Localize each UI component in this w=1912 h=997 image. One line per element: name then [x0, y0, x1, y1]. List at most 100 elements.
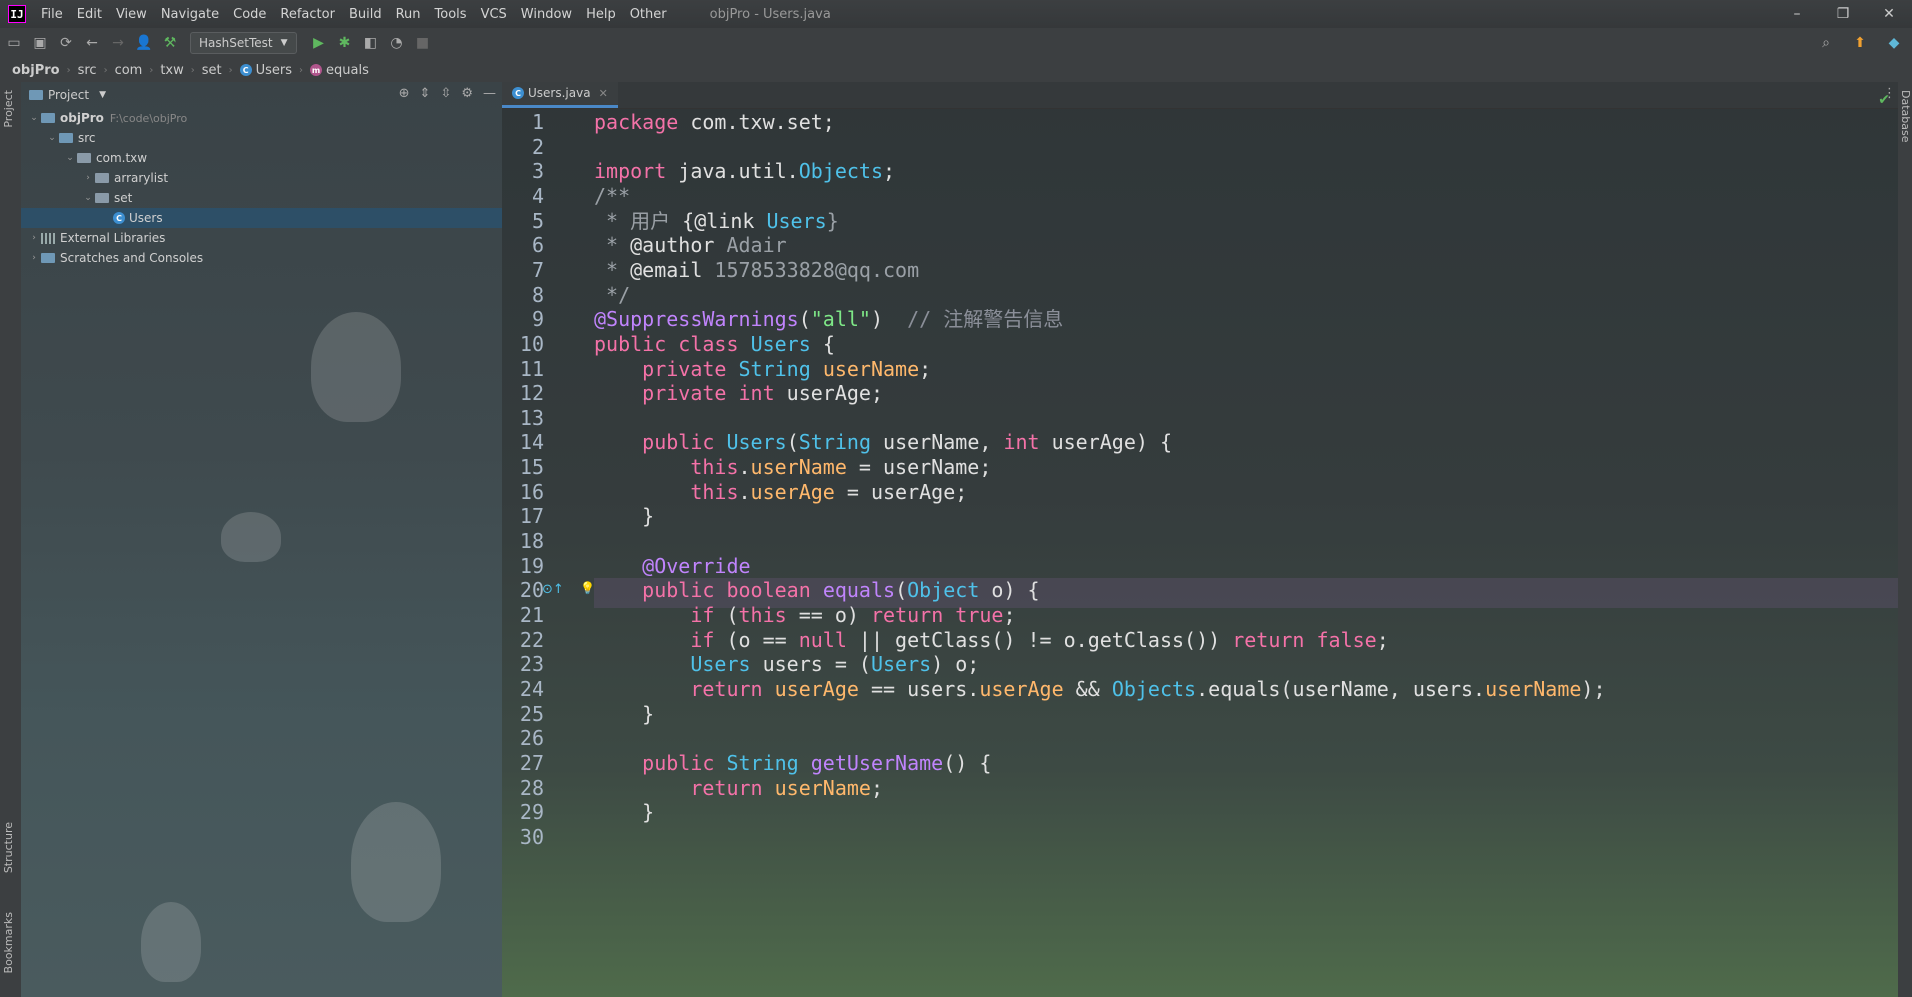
menu-run[interactable]: Run	[389, 7, 428, 22]
locate-icon[interactable]: ⊕	[399, 86, 410, 101]
menu-view[interactable]: View	[109, 7, 154, 22]
override-method-icon[interactable]: ⊙↑	[542, 578, 564, 602]
expand-all-icon[interactable]: ⇕	[420, 86, 431, 101]
menu-edit[interactable]: Edit	[70, 7, 109, 22]
code-line[interactable]: private int userAge;	[594, 378, 883, 408]
code-line[interactable]: import java.util.Objects;	[594, 156, 895, 186]
chevron-icon[interactable]: ⌄	[81, 193, 95, 203]
project-title[interactable]: Project	[48, 88, 89, 102]
crumb-txw[interactable]: txw	[156, 63, 187, 78]
hide-icon[interactable]: —	[483, 86, 496, 101]
forward-icon[interactable]: →	[106, 31, 130, 55]
crumb-method[interactable]: m equals	[306, 63, 373, 78]
structure-side-tab[interactable]: Structure	[2, 822, 15, 873]
dove-decoration	[221, 512, 281, 562]
swan-decoration	[141, 902, 201, 982]
chevron-icon[interactable]: ⌄	[27, 113, 41, 123]
run-icon[interactable]: ▶	[307, 31, 331, 55]
close-button[interactable]: ✕	[1866, 0, 1912, 28]
code-line[interactable]: * @email 1578533828@qq.com	[594, 255, 919, 285]
chevron-icon[interactable]: ⌄	[63, 153, 77, 163]
database-side-tab[interactable]: Database	[1899, 90, 1912, 143]
line-number: 29	[519, 800, 544, 825]
project-tree: ⌄ objPro F:\code\objPro ⌄ src ⌄ com.txw › arrary…	[21, 108, 502, 268]
collapse-all-icon[interactable]: ⇳	[440, 86, 451, 101]
tree-item[interactable]: › Scratches and Consoles	[21, 248, 502, 268]
menu-vcs[interactable]: VCS	[474, 7, 514, 22]
crumb-src[interactable]: src	[74, 63, 101, 78]
tree-item-label: Scratches and Consoles	[60, 251, 204, 265]
tab-users-java[interactable]: C Users.java ✕	[502, 82, 618, 108]
chevron-icon[interactable]: ›	[81, 173, 95, 183]
close-icon[interactable]: ✕	[599, 87, 608, 100]
run-configuration-select[interactable]: HashSetTest ▼	[190, 32, 297, 54]
chevron-down-icon[interactable]: ▼	[99, 90, 106, 100]
line-number: 11	[519, 356, 544, 381]
tree-item[interactable]: › External Libraries	[21, 228, 502, 248]
left-tool-strip: Project Structure Bookmarks	[0, 82, 22, 997]
minimize-button[interactable]: –	[1774, 0, 1820, 28]
crumb-com[interactable]: com	[111, 63, 147, 78]
code-line[interactable]: return userAge == users.userAge && Objec…	[594, 674, 1605, 704]
line-number: 4	[531, 183, 544, 208]
lightbulb-icon[interactable]: 💡	[580, 578, 595, 598]
restore-button[interactable]: ❐	[1820, 0, 1866, 28]
search-icon[interactable]: ⌕	[1814, 31, 1838, 55]
user-icon[interactable]: 👤	[132, 31, 156, 55]
code-line[interactable]: }	[594, 797, 654, 827]
line-number: 19	[519, 553, 544, 578]
right-tool-strip: Database	[1898, 82, 1912, 997]
main-toolbar: ▭ ▣ ⟳ ← → 👤 ⚒ HashSetTest ▼ ▶ ✱ ◧ ◔ ■ ⌕ …	[0, 28, 1912, 59]
plugin-shield-icon[interactable]: ◆	[1882, 31, 1906, 55]
menu-help[interactable]: Help	[579, 7, 623, 22]
bookmarks-side-tab[interactable]: Bookmarks	[2, 912, 15, 973]
swan-decoration	[351, 802, 441, 922]
tree-item-label: set	[114, 191, 133, 205]
menu-navigate[interactable]: Navigate	[154, 7, 226, 22]
save-all-icon[interactable]: ▣	[28, 31, 52, 55]
profile-icon[interactable]: ◔	[385, 31, 409, 55]
library-icon	[41, 232, 55, 244]
menu-refactor[interactable]: Refactor	[273, 7, 342, 22]
chevron-icon[interactable]: ⌄	[45, 133, 59, 143]
chevron-icon[interactable]: ›	[27, 233, 41, 243]
build-hammer-icon[interactable]: ⚒	[158, 31, 182, 55]
line-number: 25	[519, 701, 544, 726]
menu-file[interactable]: File	[34, 7, 70, 22]
back-icon[interactable]: ←	[80, 31, 104, 55]
project-panel: Project ▼ ⊕ ⇕ ⇳ ⚙ — ⌄ objPro F:\code\objPr…	[21, 82, 503, 997]
chevron-down-icon: ▼	[280, 38, 288, 48]
tree-item[interactable]: ⌄ src	[21, 128, 502, 148]
stop-icon[interactable]: ■	[411, 31, 435, 55]
update-icon[interactable]: ⬆	[1848, 31, 1872, 55]
menu-other[interactable]: Other	[623, 7, 674, 22]
line-number: 30	[519, 824, 544, 849]
line-number: 15	[519, 455, 544, 480]
tree-item[interactable]: C Users	[21, 208, 502, 228]
chevron-icon[interactable]: ›	[27, 253, 41, 263]
project-side-tab[interactable]: Project	[2, 90, 15, 128]
code-line[interactable]: package com.txw.set;	[594, 107, 835, 137]
code-line[interactable]: }	[594, 699, 654, 729]
menu-code[interactable]: Code	[226, 7, 273, 22]
menu-build[interactable]: Build	[342, 7, 389, 22]
tree-item[interactable]: ⌄ com.txw	[21, 148, 502, 168]
code-line[interactable]: }	[594, 501, 654, 531]
crumb-project[interactable]: objPro	[0, 63, 64, 78]
open-folder-icon[interactable]: ▭	[2, 31, 26, 55]
coverage-icon[interactable]: ◧	[359, 31, 383, 55]
crumb-set[interactable]: set	[198, 63, 226, 78]
tree-item[interactable]: ⌄ set	[21, 188, 502, 208]
line-gutter: 1 2 3 4 5 6 7 8 9 10 11 12 13 14 15 16 17 18 19 20 21 22 23 24 2…	[502, 108, 595, 997]
tree-item[interactable]: ⌄ objPro F:\code\objPro	[21, 108, 502, 128]
line-number: 13	[519, 405, 544, 430]
gear-icon[interactable]: ⚙	[461, 86, 473, 101]
line-number: 28	[519, 775, 544, 800]
menu-window[interactable]: Window	[514, 7, 579, 22]
sync-icon[interactable]: ⟳	[54, 31, 78, 55]
code-area[interactable]: package com.txw.set; import java.util.Obj…	[594, 108, 1912, 997]
crumb-class[interactable]: C Users	[236, 63, 296, 78]
menu-tools[interactable]: Tools	[428, 7, 474, 22]
debug-icon[interactable]: ✱	[333, 31, 357, 55]
tree-item[interactable]: › arrarylist	[21, 168, 502, 188]
